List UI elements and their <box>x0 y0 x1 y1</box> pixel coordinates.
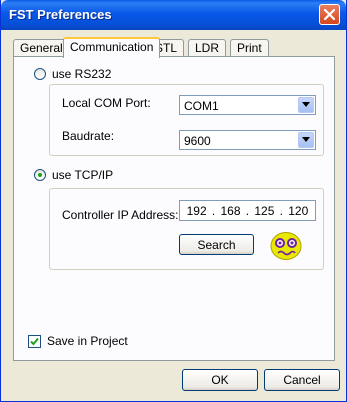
com-port-select[interactable]: COM1 <box>179 95 316 115</box>
ip-dot: . <box>245 203 250 218</box>
search-button-label: Search <box>197 237 236 252</box>
cancel-button-label: Cancel <box>283 373 321 387</box>
smiley-status-icon <box>270 232 302 260</box>
baudrate-dropdown-button[interactable] <box>298 132 314 148</box>
save-in-project-checkbox-box[interactable] <box>28 334 41 348</box>
ip-octet-1[interactable]: 192 <box>187 204 207 218</box>
rs232-radio[interactable]: use RS232 <box>34 67 111 81</box>
ip-octet-4[interactable]: 120 <box>288 204 308 218</box>
ok-button-label: OK <box>211 373 229 387</box>
tab-ldr-label: LDR <box>195 41 220 55</box>
tab-ldr[interactable]: LDR <box>188 39 227 57</box>
checkmark-icon <box>30 337 39 345</box>
ip-dot: . <box>279 203 283 218</box>
chevron-down-icon <box>302 102 310 107</box>
ip-octet-2[interactable]: 168 <box>221 204 241 218</box>
ip-address-input[interactable]: 192 . 168 . 125 . 120 <box>179 200 316 221</box>
tab-communication[interactable]: Communication <box>63 37 161 58</box>
com-port-label: Local COM Port: <box>62 96 151 110</box>
rs232-radio-label: use RS232 <box>52 67 112 81</box>
communication-panel: use RS232 Local COM Port: COM1 Baudrate:… <box>13 56 335 361</box>
com-port-value: COM1 <box>184 99 219 113</box>
ok-button[interactable]: OK <box>182 369 258 391</box>
window-title: FST Preferences <box>9 7 112 22</box>
ip-dot: . <box>211 203 216 218</box>
close-button[interactable] <box>319 4 340 25</box>
tab-communication-label: Communication <box>70 40 154 54</box>
rs232-radio-button[interactable] <box>34 68 46 80</box>
tcpip-radio-button[interactable] <box>34 169 46 181</box>
chevron-down-icon <box>302 137 310 142</box>
close-icon <box>324 9 335 20</box>
tab-general[interactable]: General <box>13 39 70 57</box>
tcpip-radio-label: use TCP/IP <box>52 168 114 182</box>
tcpip-group: Controller IP Address: 192 . 168 . 125 .… <box>49 188 324 270</box>
tab-general-label: General <box>20 41 63 55</box>
baudrate-label: Baudrate: <box>62 129 115 143</box>
com-port-dropdown-button[interactable] <box>298 97 314 113</box>
rs232-group: Local COM Port: COM1 Baudrate: 9600 <box>49 84 324 156</box>
ip-octet-3[interactable]: 125 <box>254 204 274 218</box>
tab-print[interactable]: Print <box>230 39 269 57</box>
title-bar[interactable]: FST Preferences <box>1 0 346 30</box>
baudrate-select[interactable]: 9600 <box>179 130 316 150</box>
save-in-project-label: Save in Project <box>47 334 128 348</box>
search-button[interactable]: Search <box>179 234 254 255</box>
save-in-project-checkbox[interactable]: Save in Project <box>28 334 128 348</box>
ip-address-label: Controller IP Address: <box>62 208 179 222</box>
tcpip-radio[interactable]: use TCP/IP <box>34 168 113 182</box>
cancel-button[interactable]: Cancel <box>264 369 340 391</box>
preferences-dialog: FST Preferences General Communication ST… <box>0 0 347 402</box>
baudrate-value: 9600 <box>184 134 211 148</box>
tab-print-label: Print <box>237 41 262 55</box>
